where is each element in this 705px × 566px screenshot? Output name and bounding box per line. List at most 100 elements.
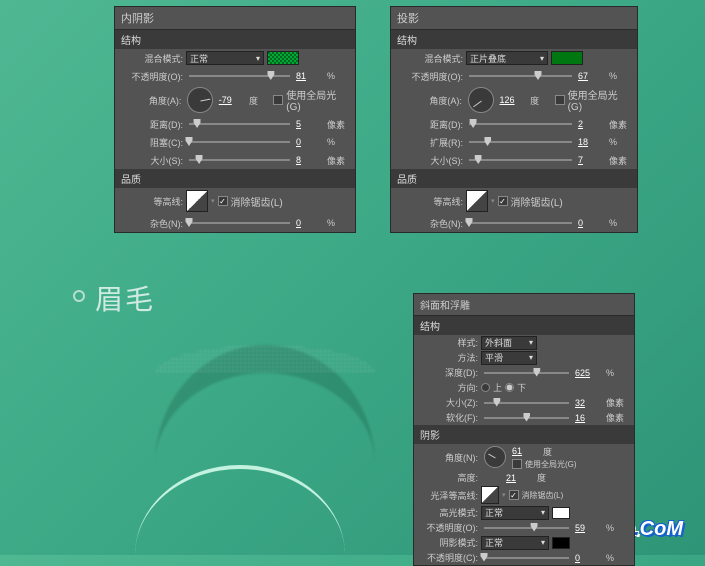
highlight-opacity-value[interactable]: 59 xyxy=(575,523,603,533)
opacity-slider[interactable] xyxy=(469,75,572,77)
bevel-panel: 斜面和浮雕 结构 样式: 外斜面 方法: 平滑 深度(D): 625 % 方向:… xyxy=(413,293,635,566)
distance-unit: 像素 xyxy=(327,118,349,131)
noise-unit: % xyxy=(327,218,349,228)
highlight-opacity-slider[interactable] xyxy=(484,527,569,529)
angle-value[interactable]: 61 xyxy=(512,446,540,456)
spread-label: 扩展(R): xyxy=(397,136,463,149)
depth-value[interactable]: 625 xyxy=(575,368,603,378)
angle-dial[interactable] xyxy=(187,87,212,113)
size-label: 大小(S): xyxy=(397,154,463,167)
panel-title: 内阴影 xyxy=(115,7,355,30)
blend-mode-select[interactable]: 正常 xyxy=(186,51,264,65)
size-value[interactable]: 7 xyxy=(578,155,606,165)
spread-slider[interactable] xyxy=(469,141,572,143)
highlight-opacity-label: 不透明度(O): xyxy=(420,521,478,534)
global-light-checkbox[interactable] xyxy=(273,95,283,105)
size-label: 大小(S): xyxy=(121,154,183,167)
global-light-checkbox[interactable] xyxy=(512,459,522,469)
distance-slider[interactable] xyxy=(189,123,290,125)
highlight-mode-select[interactable]: 正常 xyxy=(481,506,549,520)
global-light-label: 使用全局光(G) xyxy=(286,87,349,113)
noise-value[interactable]: 0 xyxy=(296,218,324,228)
gloss-contour-dropdown-icon[interactable]: ▾ xyxy=(502,491,506,499)
shadow-mode-select[interactable]: 正常 xyxy=(481,536,549,550)
distance-value[interactable]: 2 xyxy=(578,119,606,129)
angle-value[interactable]: -79 xyxy=(219,95,246,105)
angle-dial[interactable] xyxy=(468,87,494,113)
eyebrow-shape-line xyxy=(135,465,345,555)
size-slider[interactable] xyxy=(189,159,290,161)
distance-value[interactable]: 5 xyxy=(296,119,324,129)
section-structure: 结构 xyxy=(414,316,634,335)
angle-label: 角度(N): xyxy=(420,451,478,464)
highlight-mode-label: 高光模式: xyxy=(420,506,478,519)
altitude-unit: 度 xyxy=(537,471,559,484)
opacity-slider[interactable] xyxy=(189,75,290,77)
color-swatch[interactable] xyxy=(267,51,299,65)
shadow-opacity-slider[interactable] xyxy=(484,557,569,559)
noise-unit: % xyxy=(609,218,631,228)
contour-label: 等高线: xyxy=(121,195,183,208)
shadow-mode-label: 阴影模式: xyxy=(420,536,478,549)
distance-slider[interactable] xyxy=(469,123,572,125)
direction-down-radio[interactable] xyxy=(505,383,514,392)
opacity-unit: % xyxy=(609,71,631,81)
section-shading: 阴影 xyxy=(414,425,634,444)
eyebrow-shape-dotted xyxy=(155,345,375,465)
contour-dropdown-icon[interactable]: ▾ xyxy=(211,197,215,205)
size-slider[interactable] xyxy=(484,402,569,404)
antialias-checkbox[interactable] xyxy=(498,196,508,206)
global-light-checkbox[interactable] xyxy=(555,95,565,105)
soften-value[interactable]: 16 xyxy=(575,413,603,423)
direction-label: 方向: xyxy=(420,381,478,394)
angle-dial[interactable] xyxy=(484,446,506,468)
altitude-value[interactable]: 21 xyxy=(506,473,534,483)
style-select[interactable]: 外斜面 xyxy=(481,336,537,350)
section-structure: 结构 xyxy=(115,30,355,49)
noise-label: 杂色(N): xyxy=(397,217,463,230)
contour-dropdown-icon[interactable]: ▾ xyxy=(491,197,495,205)
gloss-contour-picker[interactable] xyxy=(481,486,499,504)
opacity-value[interactable]: 81 xyxy=(296,71,324,81)
angle-value[interactable]: 126 xyxy=(500,95,528,105)
contour-picker[interactable] xyxy=(186,190,208,212)
antialias-checkbox[interactable] xyxy=(509,490,519,500)
choke-value[interactable]: 0 xyxy=(296,137,324,147)
panel-title: 斜面和浮雕 xyxy=(414,294,634,316)
blend-mode-select[interactable]: 正片叠底 xyxy=(466,51,548,65)
angle-unit: 度 xyxy=(543,445,565,458)
section-quality: 品质 xyxy=(115,169,355,188)
antialias-checkbox[interactable] xyxy=(218,196,228,206)
panel-title: 投影 xyxy=(391,7,637,30)
opacity-value[interactable]: 67 xyxy=(578,71,606,81)
shadow-opacity-value[interactable]: 0 xyxy=(575,553,603,563)
noise-slider[interactable] xyxy=(189,222,290,224)
drop-shadow-panel: 投影 结构 混合模式: 正片叠底 不透明度(O): 67 % 角度(A): 12… xyxy=(390,6,638,233)
shadow-opacity-label: 不透明度(C): xyxy=(420,551,478,564)
altitude-label: 高度: xyxy=(420,471,478,484)
highlight-color-swatch[interactable] xyxy=(552,507,570,519)
depth-slider[interactable] xyxy=(484,372,569,374)
contour-picker[interactable] xyxy=(466,190,488,212)
noise-value[interactable]: 0 xyxy=(578,218,606,228)
highlight-opacity-unit: % xyxy=(606,523,628,533)
size-slider[interactable] xyxy=(469,159,572,161)
blend-mode-label: 混合模式: xyxy=(121,52,183,65)
opacity-unit: % xyxy=(327,71,349,81)
soften-unit: 像素 xyxy=(606,411,628,424)
spread-unit: % xyxy=(609,137,631,147)
distance-label: 距离(D): xyxy=(121,118,183,131)
size-value[interactable]: 8 xyxy=(296,155,324,165)
gloss-contour-label: 光泽等高线: xyxy=(420,489,478,502)
choke-slider[interactable] xyxy=(189,141,290,143)
soften-label: 软化(F): xyxy=(420,411,478,424)
shadow-color-swatch[interactable] xyxy=(552,537,570,549)
size-value[interactable]: 32 xyxy=(575,398,603,408)
spread-value[interactable]: 18 xyxy=(578,137,606,147)
angle-label: 角度(A): xyxy=(397,94,462,107)
soften-slider[interactable] xyxy=(484,417,569,419)
color-swatch[interactable] xyxy=(551,51,583,65)
direction-up-radio[interactable] xyxy=(481,383,490,392)
technique-select[interactable]: 平滑 xyxy=(481,351,537,365)
noise-slider[interactable] xyxy=(469,222,572,224)
